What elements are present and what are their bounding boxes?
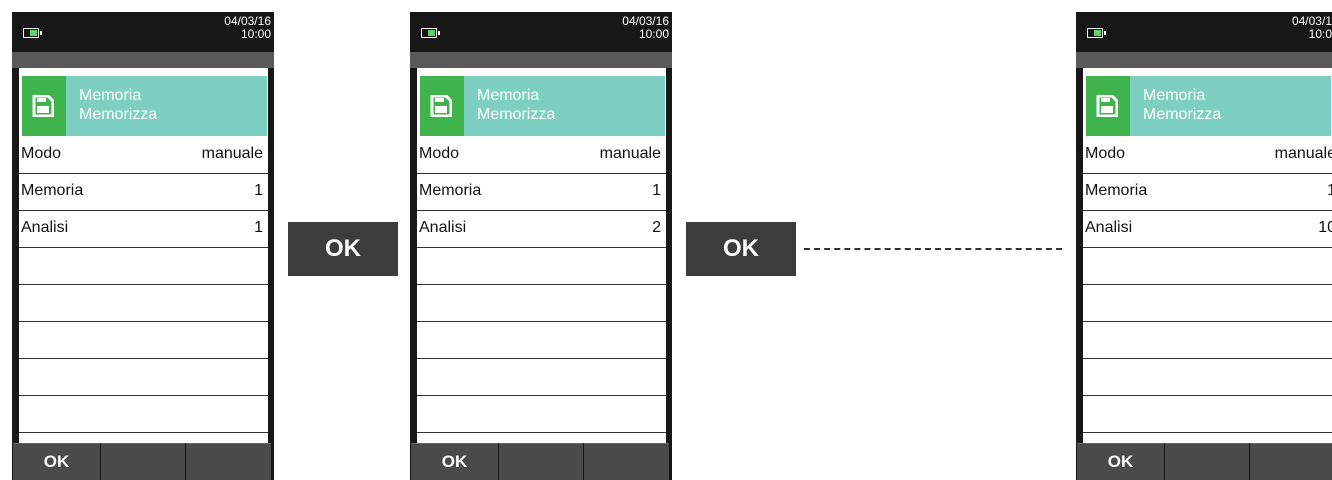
header-title: Memoria Memorizza — [477, 86, 555, 124]
row-value: 1 — [254, 219, 263, 236]
empty-row — [19, 285, 268, 322]
datetime: 04/03/16 10:00 — [622, 15, 669, 41]
softkey-2[interactable] — [101, 443, 185, 480]
datetime: 04/03/16 10:00 — [224, 15, 271, 41]
empty-row — [1083, 285, 1332, 322]
row-value: manuale — [599, 145, 661, 162]
row-value: 1 — [1327, 182, 1332, 199]
row-label: Analisi — [419, 219, 467, 236]
empty-row — [19, 322, 268, 359]
softkey-ok[interactable]: OK — [411, 443, 498, 480]
battery-icon — [1087, 28, 1106, 38]
floppy-disk-icon — [430, 95, 452, 117]
setting-row-modo[interactable]: Modo manuale — [19, 137, 268, 174]
header-line-2: Memorizza — [1143, 106, 1222, 123]
datetime: 04/03/1 10:0 — [1292, 15, 1332, 41]
status-bar: 04/03/16 10:00 — [410, 12, 672, 52]
softkey-bar: OK — [12, 443, 274, 480]
softkey-bar: OK — [410, 443, 672, 480]
header-title: Memoria Memorizza — [1143, 86, 1221, 124]
save-tile — [22, 76, 66, 136]
setting-row-modo[interactable]: Modo manuale — [417, 137, 666, 174]
empty-row — [417, 285, 666, 322]
empty-row — [1083, 359, 1332, 396]
display-area: Memoria Memorizza Modo manuale Memoria 1… — [417, 68, 666, 448]
setting-row-analisi[interactable]: Analisi 10 — [1083, 211, 1332, 248]
row-value: 10 — [1318, 219, 1332, 236]
row-label: Memoria — [21, 182, 84, 199]
softkey-3[interactable] — [186, 443, 271, 480]
empty-row — [417, 359, 666, 396]
empty-row — [417, 248, 666, 285]
time-text: 10:00 — [240, 27, 271, 41]
display-area: Memoria Memorizza Modo manuale Memoria 1… — [19, 68, 268, 448]
row-label: Modo — [1085, 145, 1126, 162]
time-text: 10:0 — [1308, 27, 1332, 41]
title-strip — [12, 52, 274, 68]
save-tile — [1086, 76, 1130, 136]
softkey-3[interactable] — [584, 443, 669, 480]
time-text: 10:00 — [638, 27, 669, 41]
status-bar: 04/03/1 10:0 — [1076, 12, 1332, 52]
header-line-1: Memoria — [79, 87, 142, 104]
empty-row — [1083, 248, 1332, 285]
row-label: Memoria — [1085, 182, 1148, 199]
row-value: 2 — [652, 219, 661, 236]
empty-row — [19, 396, 268, 433]
save-tile — [420, 76, 464, 136]
device-screen-1: 04/03/16 10:00 Memoria Memorizza Modo ma… — [12, 12, 274, 480]
setting-row-memoria[interactable]: Memoria 1 — [19, 174, 268, 211]
setting-row-analisi[interactable]: Analisi 1 — [19, 211, 268, 248]
softkey-ok[interactable]: OK — [13, 443, 100, 480]
header-title: Memoria Memorizza — [79, 86, 157, 124]
menu-header: Memoria Memorizza — [1086, 76, 1331, 136]
dashed-connector — [804, 248, 1062, 250]
battery-icon — [421, 28, 440, 38]
setting-row-modo[interactable]: Modo manuale — [1083, 137, 1332, 174]
floppy-disk-icon — [32, 95, 54, 117]
softkey-3[interactable] — [1250, 443, 1332, 480]
header-line-2: Memorizza — [79, 106, 158, 123]
row-label: Memoria — [419, 182, 482, 199]
softkey-2[interactable] — [499, 443, 583, 480]
softkey-bar: OK — [1076, 443, 1332, 480]
row-label: Modo — [419, 145, 460, 162]
step-ok-button: OK — [686, 222, 796, 276]
setting-row-analisi[interactable]: Analisi 2 — [417, 211, 666, 248]
row-label: Analisi — [21, 219, 69, 236]
empty-row — [417, 322, 666, 359]
empty-row — [1083, 396, 1332, 433]
display-area: Memoria Memorizza Modo manuale Memoria 1… — [1083, 68, 1332, 448]
status-bar: 04/03/16 10:00 — [12, 12, 274, 52]
softkey-ok[interactable]: OK — [1077, 443, 1164, 480]
row-value: manuale — [1274, 145, 1332, 162]
row-value: 1 — [254, 182, 263, 199]
device-screen-3: 04/03/1 10:0 Memoria Memorizza Modo manu… — [1076, 12, 1332, 480]
floppy-disk-icon — [1096, 95, 1118, 117]
header-line-2: Memorizza — [477, 106, 556, 123]
empty-row — [1083, 322, 1332, 359]
menu-header: Memoria Memorizza — [420, 76, 665, 136]
device-screen-2: 04/03/16 10:00 Memoria Memorizza Modo ma… — [410, 12, 672, 480]
row-label: Modo — [21, 145, 62, 162]
row-value: manuale — [201, 145, 263, 162]
title-strip — [410, 52, 672, 68]
row-label: Analisi — [1085, 219, 1133, 236]
title-strip — [1076, 52, 1332, 68]
softkey-2[interactable] — [1165, 443, 1249, 480]
header-line-1: Memoria — [477, 87, 540, 104]
empty-row — [19, 359, 268, 396]
header-line-1: Memoria — [1143, 87, 1206, 104]
battery-icon — [23, 28, 42, 38]
menu-header: Memoria Memorizza — [22, 76, 267, 136]
setting-row-memoria[interactable]: Memoria 1 — [417, 174, 666, 211]
setting-row-memoria[interactable]: Memoria 1 — [1083, 174, 1332, 211]
empty-row — [19, 248, 268, 285]
row-value: 1 — [652, 182, 661, 199]
step-ok-button: OK — [288, 222, 398, 276]
empty-row — [417, 396, 666, 433]
